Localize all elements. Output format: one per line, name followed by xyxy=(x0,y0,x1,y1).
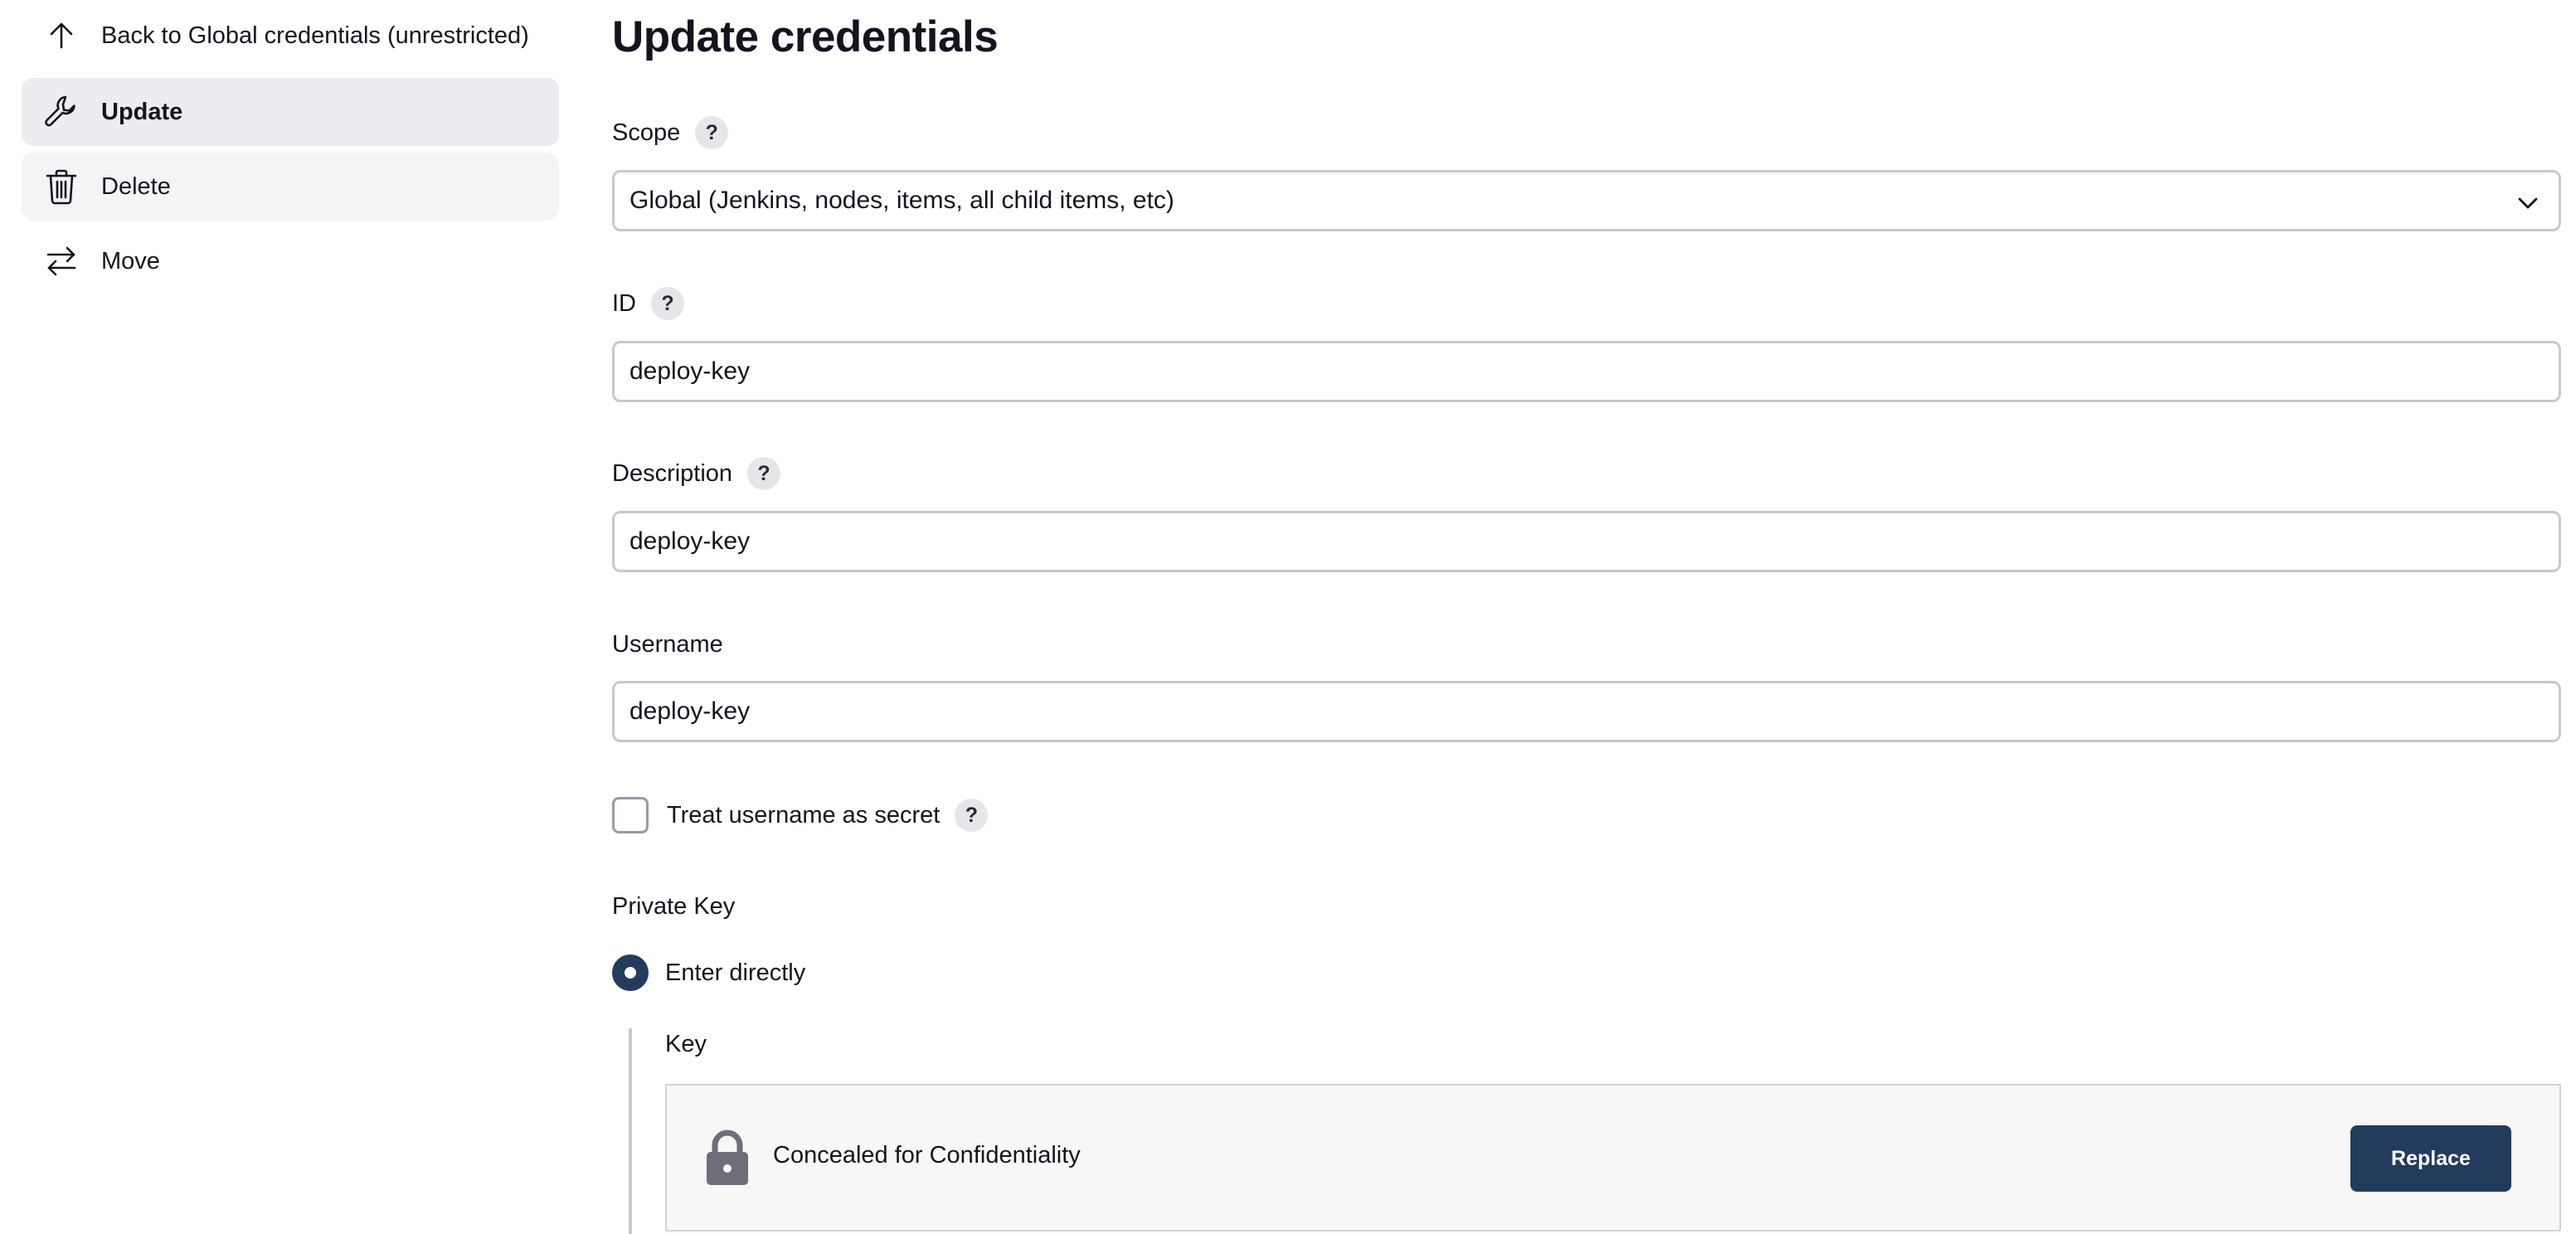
scope-select[interactable]: Global (Jenkins, nodes, items, all child… xyxy=(612,170,2561,231)
chevron-down-icon xyxy=(2518,197,2538,209)
id-label-row: ID ? xyxy=(612,285,684,322)
arrow-up-icon xyxy=(42,17,80,55)
nested-section-rule xyxy=(629,1028,632,1234)
scope-label: Scope xyxy=(612,119,681,146)
page-title: Update credentials xyxy=(612,12,999,61)
private-key-label: Private Key xyxy=(612,892,736,920)
description-label: Description xyxy=(612,459,733,487)
treat-username-secret-checkbox[interactable] xyxy=(612,797,649,833)
username-label: Username xyxy=(612,630,723,658)
concealed-key-panel: Concealed for Confidentiality Replace xyxy=(665,1084,2561,1232)
id-input[interactable] xyxy=(612,341,2561,402)
sidebar-item-label: Back to Global credentials (unrestricted… xyxy=(101,22,529,49)
swap-arrows-icon xyxy=(42,242,80,280)
description-help-icon[interactable]: ? xyxy=(747,457,781,490)
treat-secret-help-icon[interactable]: ? xyxy=(955,799,989,832)
sidebar-item-update[interactable]: Update xyxy=(22,78,559,146)
wrench-icon xyxy=(42,93,80,131)
treat-username-secret-label[interactable]: Treat username as secret xyxy=(667,802,940,829)
lock-icon xyxy=(707,1130,748,1185)
sidebar-item-label: Update xyxy=(101,98,183,125)
sidebar-item-label: Delete xyxy=(101,172,171,200)
description-label-row: Description ? xyxy=(612,455,781,492)
key-label: Key xyxy=(665,1031,707,1057)
sidebar-item-move[interactable]: Move xyxy=(22,227,559,295)
private-key-label-row: Private Key xyxy=(612,890,735,923)
id-help-icon[interactable]: ? xyxy=(651,287,684,320)
username-input[interactable] xyxy=(612,681,2561,742)
enter-directly-radio[interactable] xyxy=(612,955,649,991)
trash-icon xyxy=(42,168,80,206)
sidebar-item-back[interactable]: Back to Global credentials (unrestricted… xyxy=(22,2,559,70)
id-label: ID xyxy=(612,289,636,317)
treat-username-secret-label-row: Treat username as secret ? xyxy=(667,798,989,833)
scope-help-icon[interactable]: ? xyxy=(695,116,729,149)
description-input[interactable] xyxy=(612,511,2561,572)
concealed-text: Concealed for Confidentiality xyxy=(773,1142,1081,1168)
scope-select-value: Global (Jenkins, nodes, items, all child… xyxy=(629,187,1174,214)
username-label-row: Username xyxy=(612,626,723,663)
radio-selected-dot xyxy=(625,967,636,979)
sidebar-item-label: Move xyxy=(101,247,160,274)
replace-button[interactable]: Replace xyxy=(2350,1125,2511,1192)
sidebar-item-delete[interactable]: Delete xyxy=(22,153,559,221)
enter-directly-label[interactable]: Enter directly xyxy=(665,956,805,989)
scope-label-row: Scope ? xyxy=(612,114,729,151)
